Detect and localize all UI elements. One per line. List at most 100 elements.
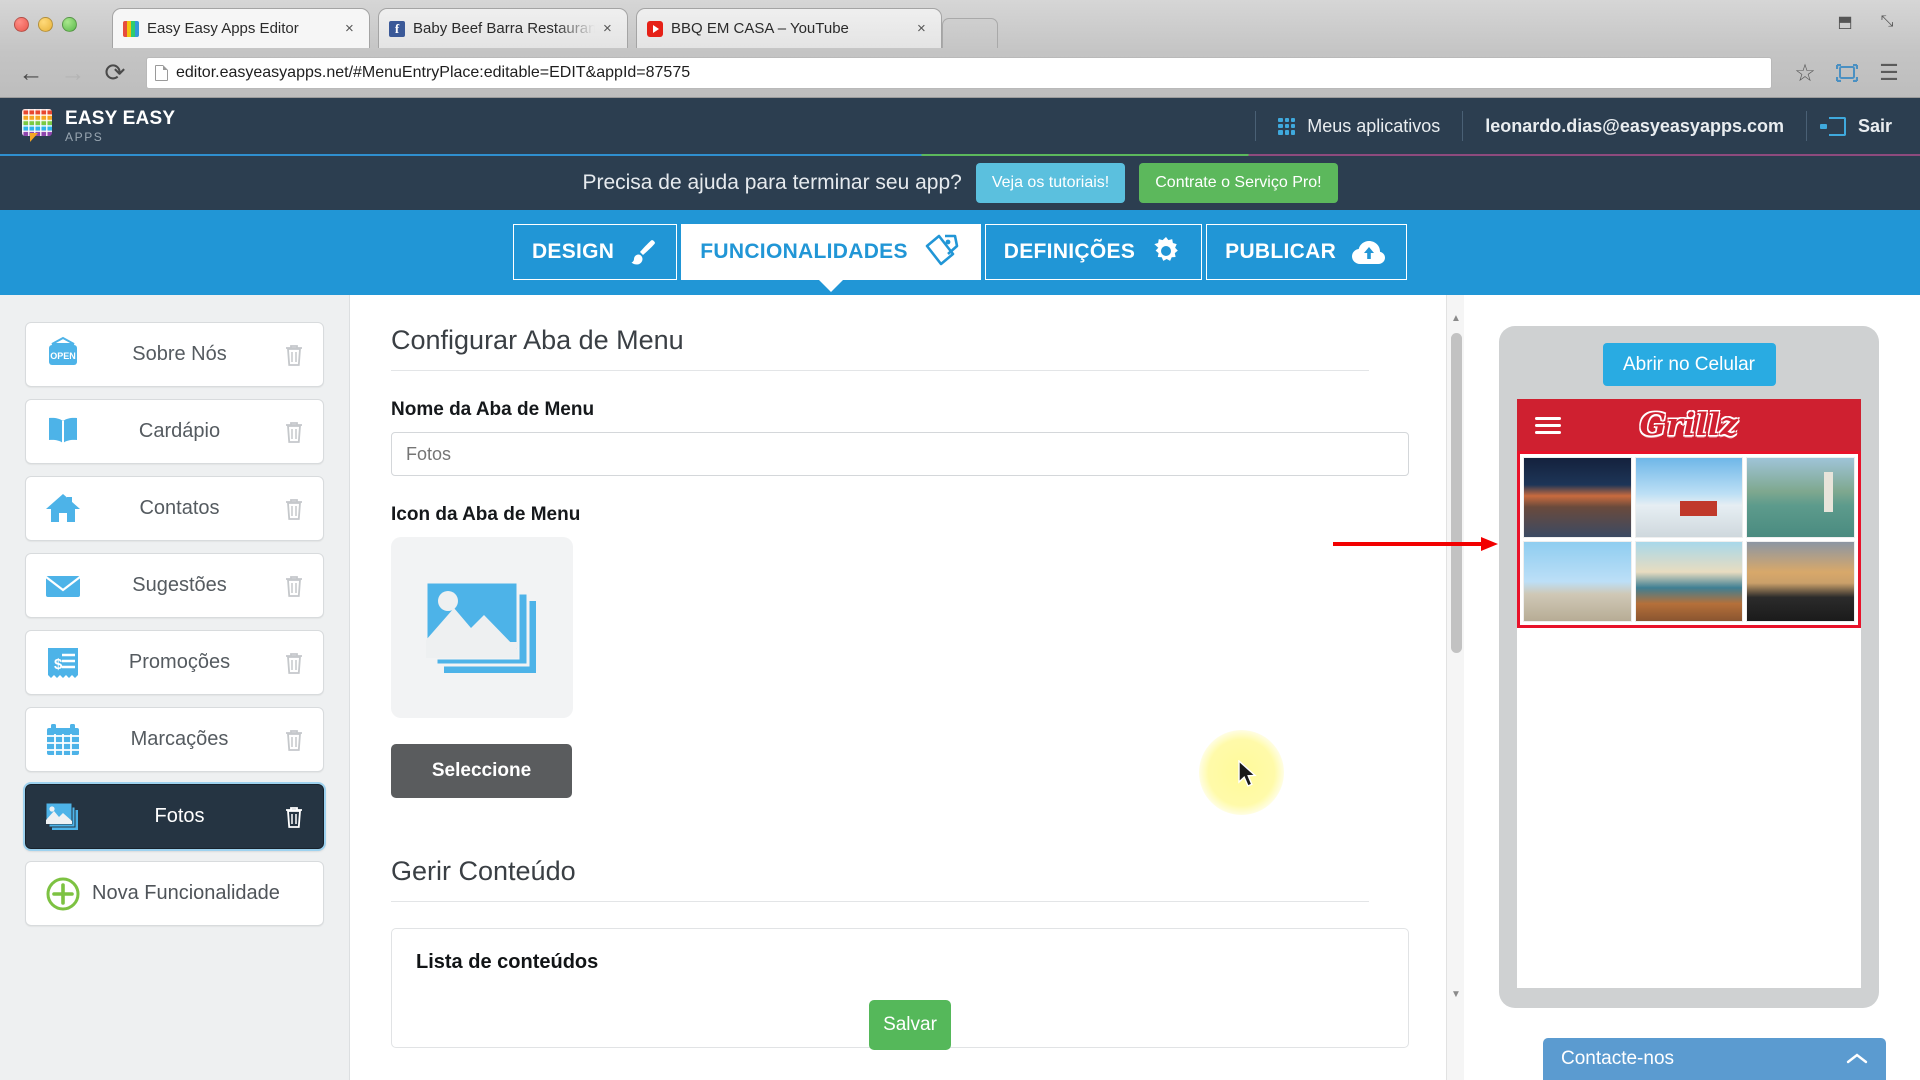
cloud-upload-icon	[1350, 237, 1388, 267]
browser-menu-icon[interactable]: ☰	[1874, 58, 1904, 88]
app-name-logo: Grillz	[1639, 407, 1739, 443]
trash-icon[interactable]	[279, 728, 309, 752]
scrollbar-thumb[interactable]	[1451, 333, 1462, 653]
trash-icon[interactable]	[279, 574, 309, 598]
receipt-dollar-icon: $	[40, 641, 86, 685]
app-preview-pane: Abrir no Celular Grillz	[1464, 295, 1920, 1080]
browser-tab-easy-easy-apps-editor[interactable]: Easy Easy Apps Editor ×	[112, 8, 370, 48]
trash-icon[interactable]	[279, 497, 309, 521]
forward-button[interactable]: →	[58, 58, 88, 88]
tab-definicoes[interactable]: DEFINIÇÕES	[984, 224, 1203, 280]
bookmark-star-icon[interactable]: ☆	[1790, 58, 1820, 88]
easy-easy-apps-logo[interactable]: EASY EASY APPS	[0, 109, 175, 143]
page-title: Configurar Aba de Menu	[391, 325, 1369, 371]
sidebar-item-fotos[interactable]: Fotos	[25, 784, 324, 849]
gallery-photo[interactable]	[1746, 541, 1855, 622]
easyeasy-icon	[123, 20, 139, 37]
logout-label: Sair	[1857, 115, 1892, 136]
sidebar-item-label: Marcações	[130, 728, 229, 750]
window-minimize-button[interactable]	[38, 17, 53, 32]
facebook-icon: f	[389, 20, 405, 37]
functionality-sidebar: OPEN Sobre Nós Cardápio Contatos Sugestõ…	[0, 295, 350, 1080]
youtube-icon	[647, 20, 663, 37]
address-bar[interactable]: editor.easyeasyapps.net/#MenuEntryPlace:…	[146, 57, 1772, 89]
trash-icon[interactable]	[279, 343, 309, 367]
gear-icon	[1149, 235, 1183, 269]
sidebar-item-cardapio[interactable]: Cardápio	[25, 399, 324, 464]
gallery-photo[interactable]	[1523, 457, 1632, 538]
trash-icon[interactable]	[279, 420, 309, 444]
sidebar-item-sugestoes[interactable]: Sugestões	[25, 553, 324, 618]
sidebar-item-marcacoes[interactable]: Marcações	[25, 707, 324, 772]
tab-funcionalidades[interactable]: FUNCIONALIDADES	[681, 224, 981, 280]
window-close-button[interactable]	[14, 17, 29, 32]
logout-icon	[1819, 116, 1846, 136]
reload-button[interactable]: ⟳	[100, 58, 130, 88]
hamburger-icon[interactable]	[1535, 413, 1561, 438]
cast-icon[interactable]	[1832, 58, 1862, 88]
scroll-down-arrow-icon[interactable]: ▼	[1447, 985, 1464, 1003]
new-tab-button[interactable]	[942, 18, 998, 48]
tab-publicar-label: PUBLICAR	[1225, 240, 1337, 263]
user-email[interactable]: leonardo.dias@easyeasyapps.com	[1463, 116, 1806, 137]
house-icon	[40, 487, 86, 531]
tab-funcionalidades-label: FUNCIONALIDADES	[700, 240, 908, 263]
gallery-photo[interactable]	[1634, 541, 1744, 622]
photos-icon	[40, 795, 86, 839]
tab-publicar[interactable]: PUBLICAR	[1206, 224, 1408, 280]
contact-us-label: Contacte-nos	[1561, 1048, 1675, 1069]
chevron-up-icon[interactable]	[1846, 1052, 1868, 1066]
hire-pro-service-button[interactable]: Contrate o Serviço Pro!	[1139, 163, 1338, 203]
tab-close-icon[interactable]: ×	[917, 21, 931, 36]
logout-link[interactable]: Sair	[1807, 116, 1920, 137]
menu-tab-name-input[interactable]	[391, 432, 1409, 476]
gallery-photo[interactable]	[1746, 457, 1855, 538]
address-bar-url: editor.easyeasyapps.net/#MenuEntryPlace:…	[176, 64, 691, 81]
logo-line-1: EASY EASY	[65, 108, 176, 129]
photos-icon	[424, 580, 536, 673]
sidebar-item-contatos[interactable]: Contatos	[25, 476, 324, 541]
view-tutorials-button[interactable]: Veja os tutoriais!	[975, 163, 1126, 203]
browser-tab-baby-beef-barra-restaurant[interactable]: f Baby Beef Barra Restaurant ×	[378, 8, 628, 48]
tab-design[interactable]: DESIGN	[512, 224, 678, 280]
save-button[interactable]: Salvar	[869, 1000, 951, 1050]
trash-icon[interactable]	[279, 805, 309, 829]
mouse-cursor-icon	[1238, 760, 1257, 787]
logo-line-2: APPS	[65, 130, 104, 144]
content-list-title: Lista de conteúdos	[416, 951, 599, 973]
tab-close-icon[interactable]: ×	[345, 21, 359, 36]
gallery-photo[interactable]	[1634, 457, 1744, 538]
open-sign-icon: OPEN	[40, 333, 86, 377]
browser-chrome: Easy Easy Apps Editor × f Baby Beef Barr…	[0, 0, 1920, 98]
sidebar-item-nova-funcionalidade[interactable]: Nova Funcionalidade	[25, 861, 324, 926]
manage-content-title: Gerir Conteúdo	[391, 856, 1369, 902]
envelope-icon	[40, 564, 86, 608]
phone-app-header: Grillz	[1517, 399, 1861, 451]
tab-close-icon[interactable]: ×	[603, 21, 617, 36]
app-header: EASY EASY APPS Meus aplicativos leonardo…	[0, 98, 1920, 154]
content-scrollbar[interactable]: ▲ ▼	[1446, 295, 1464, 1080]
main-navigation-tabs: DESIGN FUNCIONALIDADES DEFINIÇÕES PUBLIC…	[0, 210, 1920, 295]
phone-mockup: Abrir no Celular Grillz	[1499, 326, 1879, 1008]
nova-funcionalidade-label: Nova Funcionalidade	[92, 882, 280, 904]
sidebar-item-promocoes[interactable]: $ Promoções	[25, 630, 324, 695]
easyeasy-logo-icon	[22, 109, 54, 143]
scroll-up-arrow-icon[interactable]: ▲	[1447, 309, 1464, 327]
sidebar-item-sobre-nos[interactable]: OPEN Sobre Nós	[25, 322, 324, 387]
window-maximize-icon[interactable]: ⤡	[1872, 8, 1902, 36]
contact-us-chat-widget[interactable]: Contacte-nos	[1543, 1038, 1886, 1080]
select-icon-button[interactable]: Seleccione	[391, 744, 572, 798]
open-on-mobile-button[interactable]: Abrir no Celular	[1602, 343, 1776, 386]
gallery-photo[interactable]	[1523, 541, 1632, 622]
trash-icon[interactable]	[279, 651, 309, 675]
menu-tab-icon-preview[interactable]	[391, 537, 573, 718]
phone-screen: Grillz	[1517, 399, 1861, 988]
sidebar-item-label: Sobre Nós	[132, 343, 227, 365]
back-button[interactable]: ←	[16, 58, 46, 88]
window-minimize-icon[interactable]: ⬒	[1830, 8, 1860, 36]
browser-tab-bbq-em-casa-youtube[interactable]: BBQ EM CASA – YouTube ×	[636, 8, 942, 48]
my-apps-link[interactable]: Meus aplicativos	[1256, 116, 1462, 137]
window-zoom-button[interactable]	[62, 17, 77, 32]
browser-tabstrip: Easy Easy Apps Editor × f Baby Beef Barr…	[0, 0, 1920, 48]
tags-icon	[922, 233, 962, 271]
